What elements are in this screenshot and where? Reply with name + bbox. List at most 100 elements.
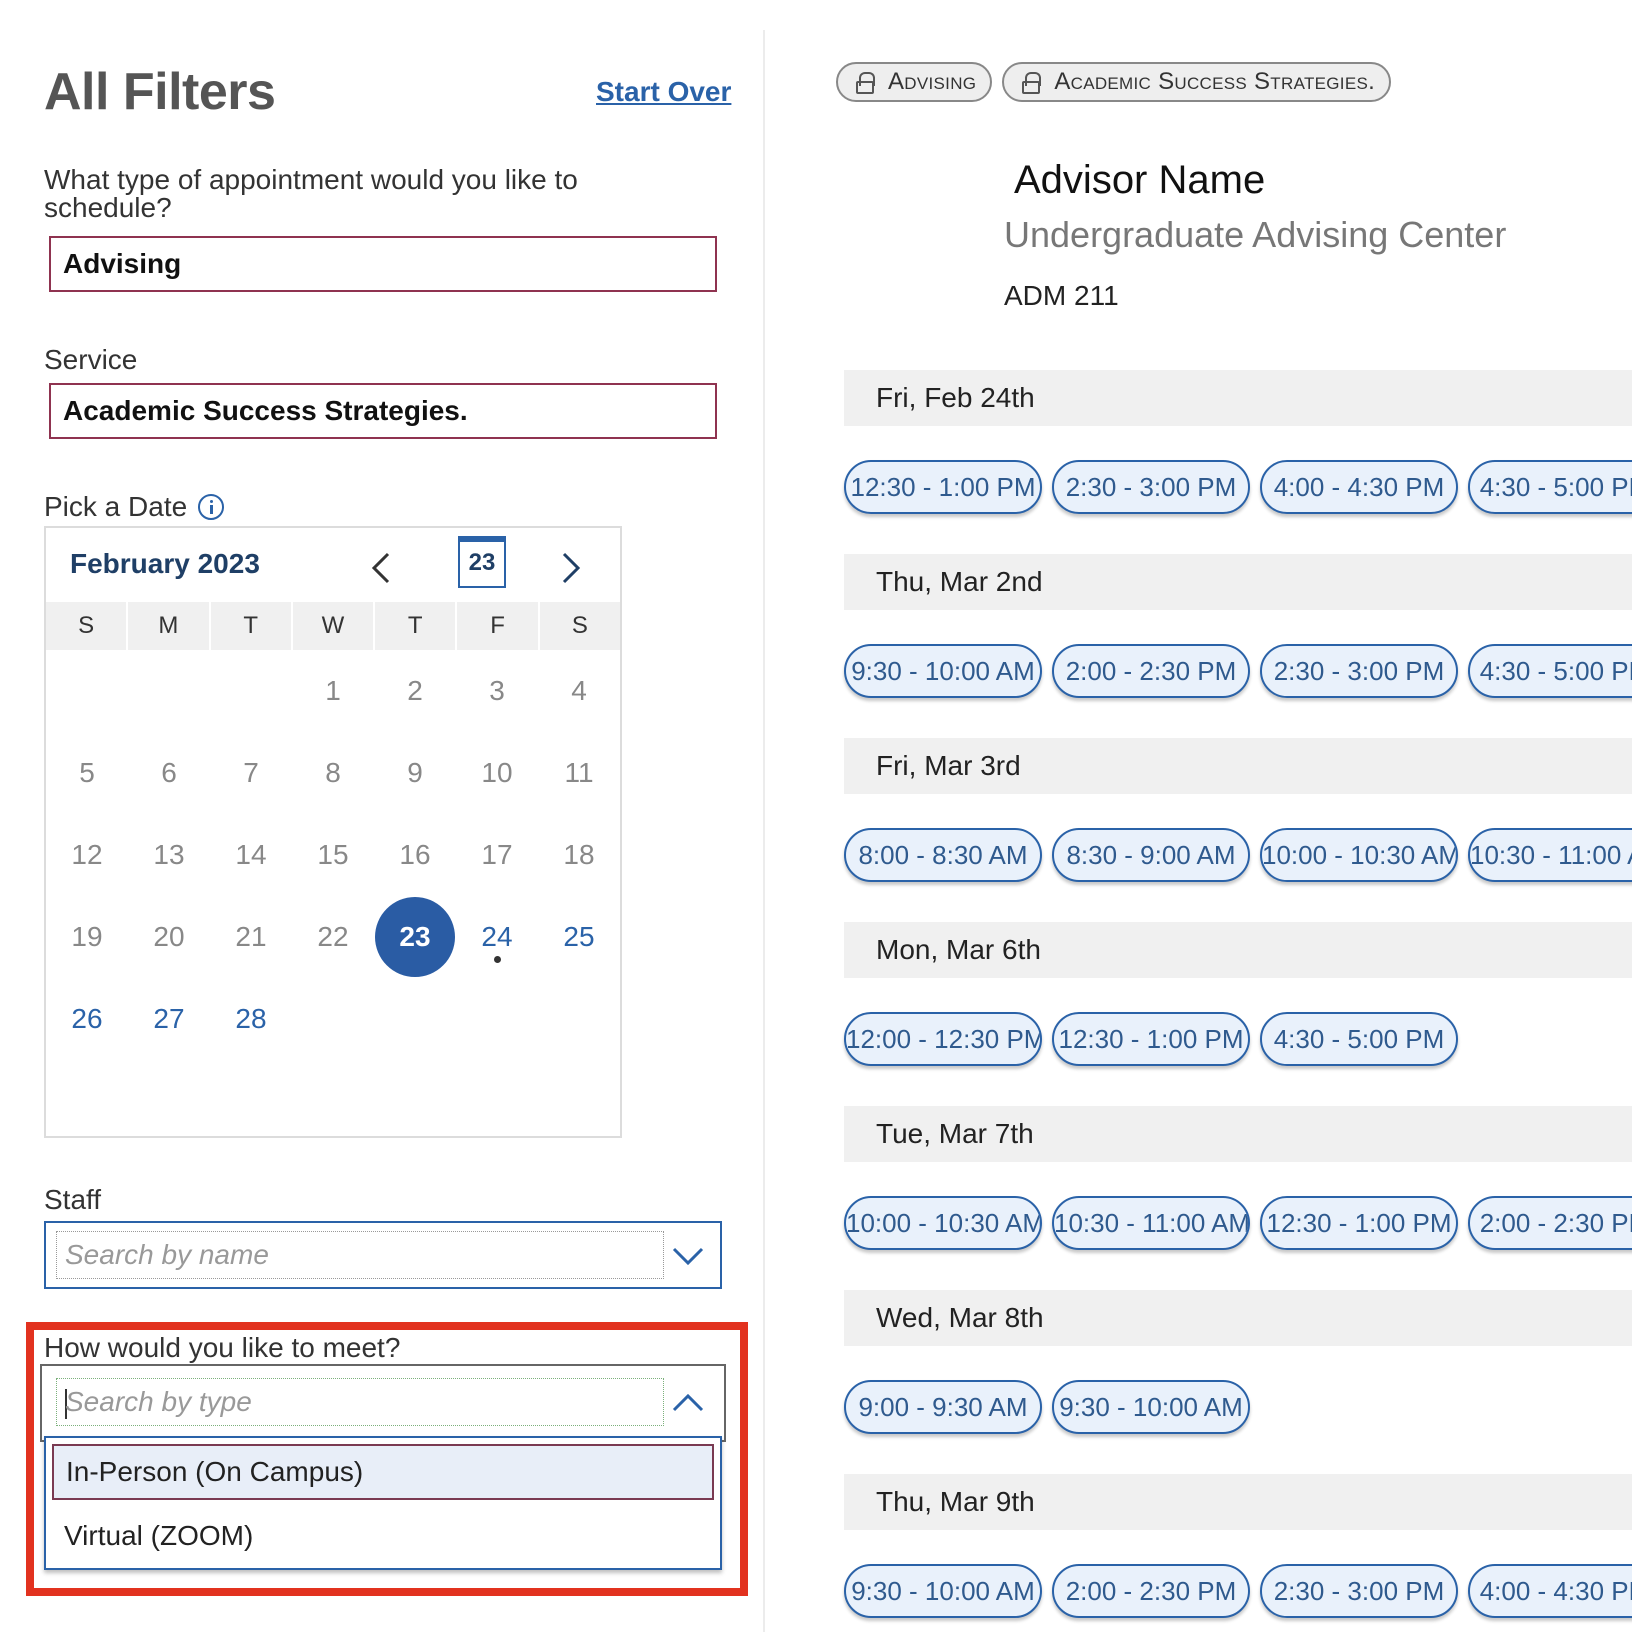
day-header: Thu, Mar 9th <box>844 1474 1632 1530</box>
day-header: Fri, Mar 3rd <box>844 738 1632 794</box>
time-slot-button[interactable]: 12:30 - 1:00 PM <box>1260 1196 1458 1250</box>
calendar-day[interactable]: 28 <box>210 978 292 1060</box>
time-slot-button[interactable]: 8:30 - 9:00 AM <box>1052 828 1250 882</box>
appointment-type-field[interactable]: Advising <box>49 236 717 292</box>
time-slot-button[interactable]: 2:30 - 3:00 PM <box>1052 460 1250 514</box>
day-number: 25 <box>563 921 595 952</box>
calendar-month: February 2023 <box>70 548 260 579</box>
calendar-day[interactable]: 26 <box>46 978 128 1060</box>
calendar-day: 4 <box>538 650 620 732</box>
weekday-label: F <box>457 602 540 650</box>
calendar-day[interactable]: 24 <box>456 896 538 978</box>
time-slot-button[interactable]: 2:00 - 2:30 PM <box>1052 1564 1250 1618</box>
time-slot-button[interactable]: 4:00 - 4:30 PM <box>1260 460 1458 514</box>
day-number: 8 <box>325 757 341 788</box>
tag-label: Advising <box>888 68 977 95</box>
date-picker: February 2023 23 SMTWTFS 1 2 3 4 5 6 7 8 9 10 11 12… <box>44 526 622 1138</box>
day-number: 3 <box>489 675 505 706</box>
time-slot-button[interactable]: 9:30 - 10:00 AM <box>844 1564 1042 1618</box>
calendar-empty-cell <box>374 978 456 1060</box>
tag-advising[interactable]: Advising <box>836 62 993 102</box>
filters-panel: All Filters Start Over What type of appo… <box>0 0 764 1632</box>
start-over-link[interactable]: Start Over <box>596 76 731 108</box>
time-slot-button[interactable]: 12:30 - 1:00 PM <box>844 460 1042 514</box>
chevron-up-icon[interactable] <box>670 1388 706 1418</box>
calendar-week-row: 5 6 7 8 9 10 11 <box>46 732 620 814</box>
calendar-day: 17 <box>456 814 538 896</box>
time-slot-button[interactable]: 12:30 - 1:00 PM <box>1052 1012 1250 1066</box>
time-slot-button[interactable]: 12:00 - 12:30 PM <box>844 1012 1042 1066</box>
day-number: 20 <box>153 921 185 952</box>
option-in-person[interactable]: In-Person (On Campus) <box>52 1444 714 1500</box>
chevron-down-icon[interactable] <box>670 1241 706 1271</box>
day-number: 2 <box>407 675 423 706</box>
calendar-day: 19 <box>46 896 128 978</box>
meet-label: How would you like to meet? <box>44 1332 401 1363</box>
service-field[interactable]: Academic Success Strategies. <box>49 383 717 439</box>
time-slot-button[interactable]: 10:30 - 11:00 AM <box>1052 1196 1250 1250</box>
calendar-grid: 1 2 3 4 5 6 7 8 9 10 11 12 13 14 15 16 17 18 19 20 21 22 23 24 2… <box>46 650 620 1060</box>
tag-service[interactable]: Academic Success Strategies. <box>1002 62 1392 102</box>
calendar-day[interactable]: 27 <box>128 978 210 1060</box>
day-number: 23 <box>375 897 455 977</box>
time-slot-button[interactable]: 4:30 - 5:00 PM <box>1468 460 1632 514</box>
calendar-day: 14 <box>210 814 292 896</box>
calendar-day-selected[interactable]: 23 <box>374 896 456 978</box>
time-slot-button[interactable]: 10:00 - 10:30 AM <box>1260 828 1458 882</box>
calendar-day: 20 <box>128 896 210 978</box>
day-number: 6 <box>161 757 177 788</box>
day-number: 24 <box>481 921 513 952</box>
time-slot-button[interactable]: 2:30 - 3:00 PM <box>1260 1564 1458 1618</box>
weekday-label: T <box>211 602 293 650</box>
calendar-empty-cell <box>292 978 374 1060</box>
advisor-center: Undergraduate Advising Center <box>1004 214 1507 255</box>
time-slot-button[interactable]: 9:30 - 10:00 AM <box>844 644 1042 698</box>
calendar-day: 3 <box>456 650 538 732</box>
day-number: 11 <box>564 757 594 788</box>
staff-search-input[interactable]: Search by name <box>56 1231 664 1279</box>
time-slot-button[interactable]: 9:30 - 10:00 AM <box>1052 1380 1250 1434</box>
time-slot-button[interactable]: 9:00 - 9:30 AM <box>844 1380 1042 1434</box>
calendar-empty-cell <box>210 650 292 732</box>
advisor-room: ADM 211 <box>1004 280 1119 311</box>
meet-placeholder: Search by type <box>65 1386 252 1417</box>
calendar-day[interactable]: 25 <box>538 896 620 978</box>
day-number: 13 <box>153 839 185 870</box>
calendar-day: 18 <box>538 814 620 896</box>
pick-date-label: Pick a Date <box>44 491 188 522</box>
time-slot-button[interactable]: 2:00 - 2:30 PM <box>1052 644 1250 698</box>
today-calendar-icon[interactable]: 23 <box>458 536 506 588</box>
panel-divider <box>763 30 765 1632</box>
time-slot-button[interactable]: 4:00 - 4:30 PM <box>1468 1564 1632 1618</box>
day-number: 26 <box>71 1003 103 1034</box>
time-slot-button[interactable]: 4:30 - 5:00 PM <box>1468 644 1632 698</box>
day-number: 9 <box>407 757 423 788</box>
calendar-day: 22 <box>292 896 374 978</box>
weekday-label: W <box>293 602 376 650</box>
time-slot-button[interactable]: 4:30 - 5:00 PM <box>1260 1012 1458 1066</box>
next-month-icon[interactable] <box>550 548 590 588</box>
time-slot-button[interactable]: 8:00 - 8:30 AM <box>844 828 1042 882</box>
meet-search-input[interactable]: Search by type <box>56 1378 664 1426</box>
lock-icon <box>856 72 875 94</box>
calendar-day: 21 <box>210 896 292 978</box>
day-number: 14 <box>235 839 267 870</box>
calendar-day: 10 <box>456 732 538 814</box>
time-slot-button[interactable]: 10:00 - 10:30 AM <box>844 1196 1042 1250</box>
time-slot-button[interactable]: 2:00 - 2:30 PM <box>1468 1196 1632 1250</box>
time-slot-button[interactable]: 10:30 - 11:00 AM <box>1468 828 1632 882</box>
info-icon[interactable] <box>198 494 224 520</box>
prev-month-icon[interactable] <box>362 548 402 588</box>
day-number: 7 <box>243 757 259 788</box>
option-virtual[interactable]: Virtual (ZOOM) <box>52 1508 714 1564</box>
meet-combobox[interactable]: Search by type <box>40 1364 726 1442</box>
calendar-day: 5 <box>46 732 128 814</box>
day-header: Mon, Mar 6th <box>844 922 1632 978</box>
time-slot-button[interactable]: 2:30 - 3:00 PM <box>1260 644 1458 698</box>
calendar-day: 2 <box>374 650 456 732</box>
day-header: Wed, Mar 8th <box>844 1290 1632 1346</box>
staff-combobox[interactable]: Search by name <box>44 1221 722 1289</box>
calendar-day: 12 <box>46 814 128 896</box>
day-number: 28 <box>235 1003 267 1034</box>
day-header: Thu, Mar 2nd <box>844 554 1632 610</box>
